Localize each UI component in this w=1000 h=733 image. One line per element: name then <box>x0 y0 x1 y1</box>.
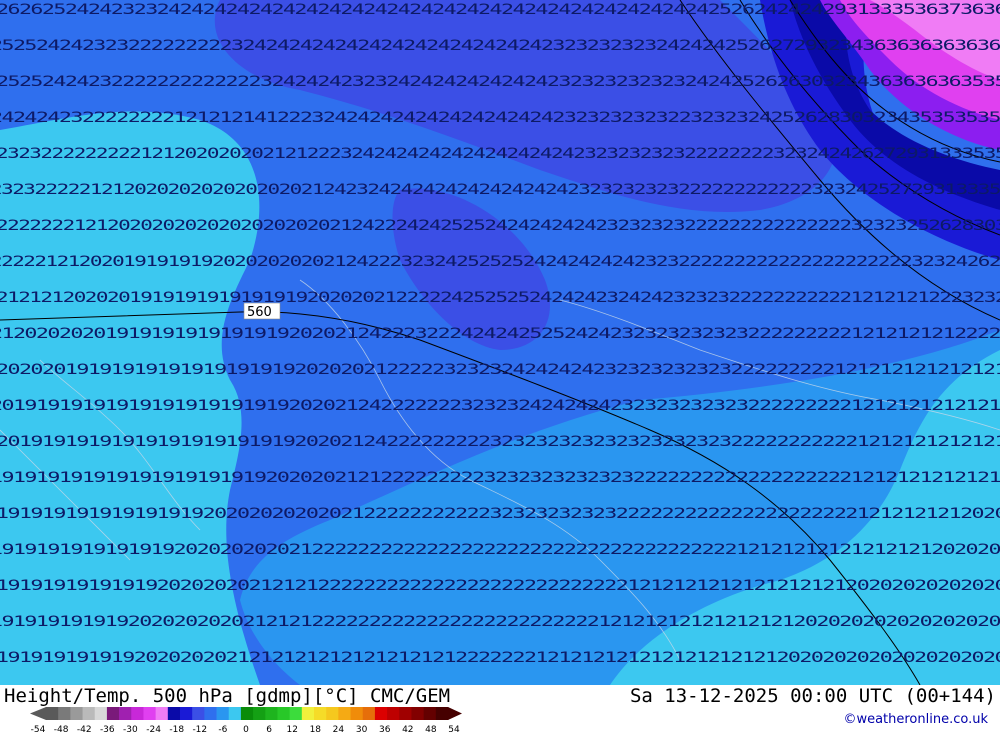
legend-swatch <box>228 707 242 720</box>
legend-swatch <box>362 707 376 720</box>
map-title: Height/Temp. 500 hPa [gdmp][°C] CMC/GEM <box>4 685 451 707</box>
legend-tick-label: 36 <box>379 725 391 733</box>
legend-tick-label: 12 <box>286 725 297 733</box>
value-row: 2222222121202020202020202020202124222424… <box>0 218 1000 234</box>
legend-swatch <box>119 707 132 720</box>
legend-tick-label: 30 <box>356 725 368 733</box>
legend-swatch <box>326 707 339 720</box>
temperature-legend: -54 -48 -42 -36 -30 -24 -18 -12 -6 0 6 12 18 24 30 36 42… <box>30 707 462 733</box>
value-row: 2424242322222222121212141222324242424242… <box>0 110 1000 126</box>
value-row: 2019191919191919191919191920202124222222… <box>0 434 1000 450</box>
legend-swatch <box>265 707 278 720</box>
legend-tick-label: 42 <box>402 725 413 733</box>
legend-arrow-left <box>30 707 46 720</box>
legend-swatch <box>131 707 144 720</box>
value-row: 2525242423222222222222232424242323242424… <box>0 74 1000 90</box>
legend-swatch <box>180 707 193 720</box>
legend-swatch <box>301 707 315 720</box>
legend-swatch <box>94 707 108 720</box>
value-row: 2525242423232222222223242424242424242424… <box>0 38 1000 54</box>
legend-tick-label: -36 <box>100 725 115 733</box>
value-row: 1919191919192020202020212121222222222222… <box>0 614 1000 630</box>
value-row: 2323222221212020202020202020212423242424… <box>0 182 1000 198</box>
value-row: 2019191919191919191919191920202124222222… <box>0 398 1000 414</box>
legend-swatches <box>30 707 462 720</box>
legend-swatch <box>192 707 205 720</box>
weather-map: 560 262625242423232424242424242424242424… <box>0 0 1000 685</box>
legend-swatch <box>435 707 449 720</box>
legend-tick-label: -12 <box>192 725 207 733</box>
legend-swatch <box>423 707 437 720</box>
legend-swatch <box>58 707 71 720</box>
legend-swatch <box>240 707 254 720</box>
legend-swatch <box>167 707 181 720</box>
legend-swatch <box>411 707 425 720</box>
legend-swatch <box>399 707 412 720</box>
legend-swatch <box>387 707 400 720</box>
legend-tick-label: -30 <box>123 725 138 733</box>
legend-tick-label: -24 <box>146 725 161 733</box>
value-row: 1919191919192020202021212121212121212121… <box>0 650 1000 666</box>
legend-swatch <box>70 707 83 720</box>
value-row: 2120202020191919191919191920202124222322… <box>0 326 1000 342</box>
legend-swatch <box>338 707 351 720</box>
valid-time: Sa 13-12-2025 00:00 UTC (00+144) <box>629 685 996 707</box>
value-row: 1919191919191920202020212121222222222222… <box>0 578 1000 594</box>
legend-swatch <box>216 707 230 720</box>
legend-tick-label: 24 <box>333 725 345 733</box>
value-row: 1919191919191919202020202021222222222222… <box>0 542 1000 558</box>
legend-tick-label: -42 <box>77 725 92 733</box>
legend-swatch <box>374 707 388 720</box>
legend-swatch <box>204 707 217 720</box>
legend-swatch <box>350 707 364 720</box>
legend-tick-label: -18 <box>169 725 184 733</box>
legend-swatch <box>143 707 157 720</box>
legend-labels: -54 -48 -42 -36 -30 -24 -18 -12 -6 0 6 12 18 24 30 36 42… <box>31 725 460 733</box>
legend-tick-label: 18 <box>310 725 322 733</box>
legend-tick-label: 48 <box>425 725 437 733</box>
credit-link[interactable]: ©weatheronline.co.uk <box>843 712 988 727</box>
value-row: 2020201919191919191919191920202021222223… <box>0 362 1000 378</box>
value-row: 2222212120201919191920202020202124222323… <box>0 254 1000 270</box>
legend-swatch <box>155 707 169 720</box>
legend-swatch <box>106 707 120 720</box>
legend-swatch <box>289 707 303 720</box>
value-row: 2121212020201919191919191919202020212222… <box>0 290 1000 306</box>
legend-swatch <box>314 707 327 720</box>
value-row: 2323222222222121202020202121222324242424… <box>0 146 1000 162</box>
contour-label: 560 <box>247 305 272 320</box>
value-row: 1919191919191919191919192020202121222222… <box>0 470 1000 486</box>
value-row: 1919191919191919192020202020202122222222… <box>0 506 1000 522</box>
legend-tick-label: -48 <box>54 725 69 733</box>
legend-swatch <box>277 707 291 720</box>
legend-swatch <box>46 707 59 720</box>
legend-swatch <box>82 707 96 720</box>
legend-swatch <box>253 707 266 720</box>
legend-tick-label: 0 <box>243 725 249 733</box>
legend-tick-label: -54 <box>31 725 46 733</box>
legend-tick-label: -6 <box>218 725 227 733</box>
legend-tick-label: 54 <box>448 725 460 733</box>
legend-tick-label: 6 <box>266 725 272 733</box>
legend-arrow-right <box>448 707 462 720</box>
value-row: 2626252424232324242424242424242424242424… <box>0 2 1000 18</box>
footer: Height/Temp. 500 hPa [gdmp][°C] CMC/GEM … <box>0 685 1000 733</box>
